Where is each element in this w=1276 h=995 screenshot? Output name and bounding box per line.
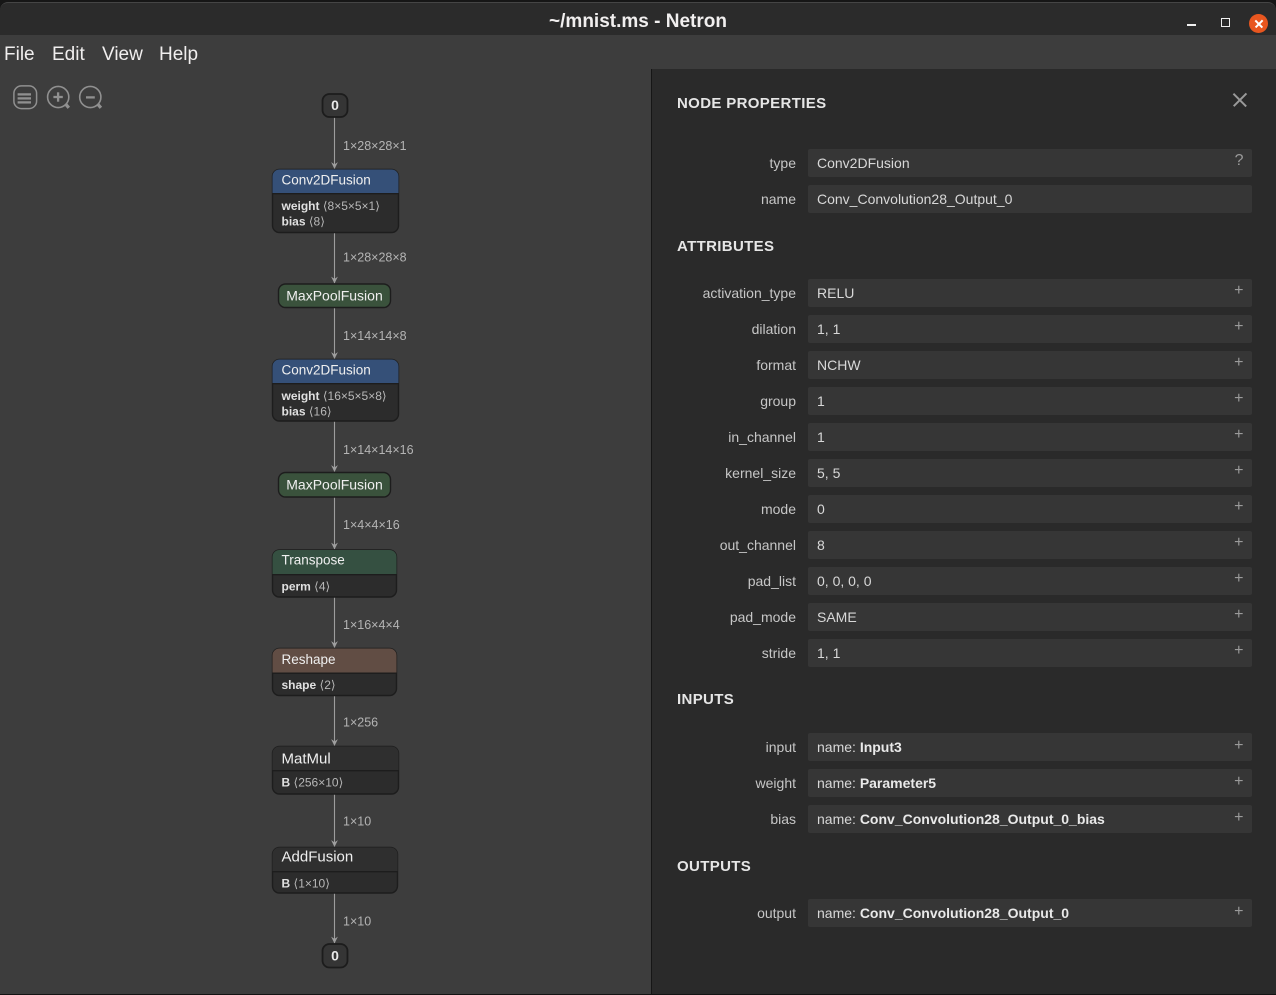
svg-text:weight ⟨16×5×5×8⟩: weight ⟨16×5×5×8⟩ [281, 389, 387, 403]
svg-text:perm ⟨4⟩: perm ⟨4⟩ [282, 580, 331, 594]
svg-text:1×14×14×16: 1×14×14×16 [343, 443, 414, 457]
svg-text:AddFusion: AddFusion [282, 849, 354, 866]
svg-text:1×28×28×8: 1×28×28×8 [343, 251, 407, 265]
svg-text:MaxPoolFusion: MaxPoolFusion [286, 288, 383, 304]
svg-text:0: 0 [331, 97, 339, 113]
svg-text:0: 0 [331, 948, 339, 964]
svg-text:1×28×28×1: 1×28×28×1 [343, 139, 407, 153]
svg-text:bias ⟨8⟩: bias ⟨8⟩ [282, 215, 325, 229]
svg-text:Conv2DFusion: Conv2DFusion [282, 363, 371, 378]
svg-text:Transpose: Transpose [282, 553, 345, 568]
svg-text:1×256: 1×256 [343, 716, 378, 730]
svg-text:1×10: 1×10 [343, 815, 371, 829]
svg-text:MatMul: MatMul [282, 751, 331, 768]
svg-text:1×14×14×8: 1×14×14×8 [343, 329, 407, 343]
svg-text:Conv2DFusion: Conv2DFusion [282, 173, 371, 188]
svg-text:1×10: 1×10 [343, 915, 371, 929]
svg-text:bias ⟨16⟩: bias ⟨16⟩ [282, 405, 332, 419]
svg-text:1×4×4×16: 1×4×4×16 [343, 518, 400, 532]
svg-text:Reshape: Reshape [282, 652, 336, 667]
svg-text:weight ⟨8×5×5×1⟩: weight ⟨8×5×5×1⟩ [281, 199, 380, 213]
svg-text:B ⟨1×10⟩: B ⟨1×10⟩ [282, 877, 330, 891]
svg-text:MaxPoolFusion: MaxPoolFusion [286, 477, 383, 493]
svg-text:B ⟨256×10⟩: B ⟨256×10⟩ [282, 776, 344, 790]
svg-text:shape ⟨2⟩: shape ⟨2⟩ [282, 678, 336, 692]
svg-text:1×16×4×4: 1×16×4×4 [343, 618, 400, 632]
